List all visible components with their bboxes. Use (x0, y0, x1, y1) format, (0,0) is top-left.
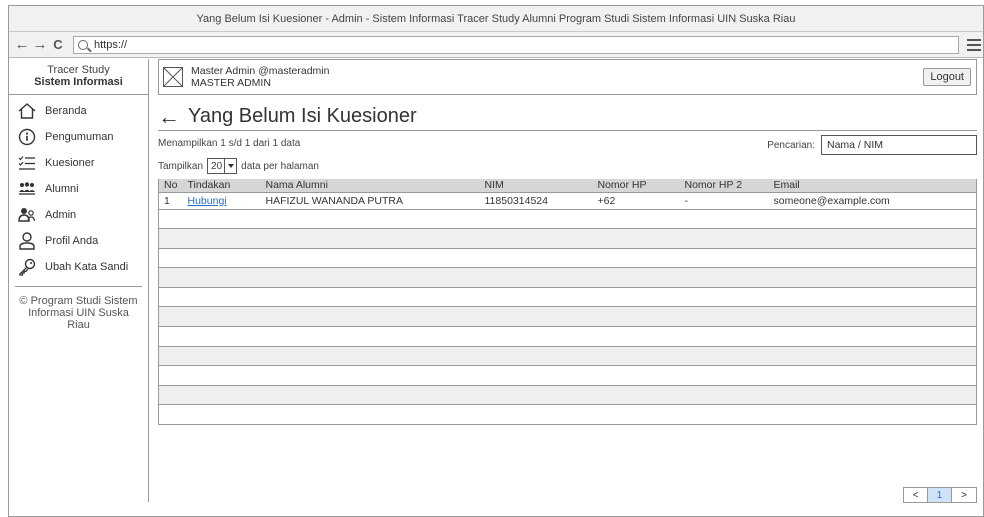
pagination-next[interactable]: > (952, 488, 976, 502)
column-header-nomor-hp: Nomor HP (592, 179, 680, 193)
browser-toolbar: ← → C https:// (9, 32, 983, 58)
cell-email: someone@example.com (768, 192, 977, 210)
column-header-nomor-hp-2: Nomor HP 2 (679, 179, 769, 193)
empty-row (158, 287, 977, 308)
back-arrow-icon[interactable]: ← (13, 36, 31, 53)
per-page-suffix: data per halaman (241, 160, 319, 172)
listing-info-row: Menampilkan 1 s/d 1 dari 1 data Pencaria… (158, 131, 977, 155)
copyright-line-3: Riau (67, 319, 90, 331)
empty-row (158, 385, 977, 406)
per-page-select[interactable]: 20 (207, 158, 238, 174)
cell-action: Hubungi (182, 192, 261, 210)
sidebar-item-label: Admin (45, 209, 77, 221)
sidebar-item-ubah-kata-sandi[interactable]: Ubah Kata Sandi (9, 254, 148, 280)
alumni-table: No Tindakan Nama Alumni NIM Nomor HP Nom… (158, 179, 977, 426)
hubungi-link[interactable]: Hubungi (188, 195, 227, 207)
address-bar[interactable]: https:// (73, 35, 959, 54)
info-icon (17, 128, 37, 146)
address-text: https:// (94, 38, 128, 51)
key-icon (17, 258, 37, 276)
app-content: Tracer Study Sistem Informasi Beranda Pe… (9, 59, 983, 516)
brand-line-2: Sistem Informasi (34, 76, 123, 88)
copyright-text: © Program Studi Sistem Informasi UIN Sus… (9, 295, 148, 331)
checklist-icon (17, 154, 37, 172)
result-summary: Menampilkan 1 s/d 1 dari 1 data (158, 137, 301, 149)
column-header-email: Email (768, 179, 977, 193)
search-group: Pencarian: Nama / NIM (767, 135, 977, 155)
pagination-prev[interactable]: < (904, 488, 928, 502)
back-arrow-icon[interactable]: ← (158, 105, 180, 128)
empty-row (158, 346, 977, 367)
per-page-row: Tampilkan 20 data per halaman (158, 155, 977, 177)
sidebar-item-profil[interactable]: Profil Anda (9, 228, 148, 254)
main-content: ← Yang Belum Isi Kuesioner Menampilkan 1… (158, 103, 977, 503)
per-page-value: 20 (211, 160, 223, 172)
sidebar-divider (15, 286, 142, 287)
per-page-prefix: Tampilkan (158, 160, 204, 172)
window-title: Yang Belum Isi Kuesioner - Admin - Siste… (196, 12, 796, 25)
home-icon (17, 102, 37, 120)
sidebar-item-pengumuman[interactable]: Pengumuman (9, 124, 148, 150)
user-icon (17, 232, 37, 250)
admin-icon (17, 206, 37, 224)
logout-button[interactable]: Logout (923, 68, 971, 86)
window-titlebar: Yang Belum Isi Kuesioner - Admin - Siste… (9, 6, 983, 32)
sidebar-menu: Beranda Pengumuman Kuesioner Alumni Admi… (9, 95, 148, 280)
sidebar-item-label: Ubah Kata Sandi (45, 261, 129, 273)
chevron-down-icon (224, 159, 236, 173)
hamburger-menu-icon[interactable] (967, 38, 981, 51)
user-role: MASTER ADMIN (191, 77, 271, 89)
column-header-tindakan: Tindakan (182, 179, 261, 193)
cell-no: 1 (158, 192, 183, 210)
pagination: < 1 > (903, 487, 977, 503)
search-icon (78, 39, 88, 50)
brand-line-1: Tracer Study (47, 64, 110, 76)
sidebar-item-label: Alumni (45, 183, 79, 195)
column-header-nama: Nama Alumni (260, 179, 480, 193)
search-label: Pencarian: (767, 139, 815, 151)
user-info: Master Admin @masteradmin MASTER ADMIN (191, 65, 329, 89)
page-title: Yang Belum Isi Kuesioner (188, 105, 417, 127)
sidebar-item-label: Profil Anda (45, 235, 99, 247)
page-header: ← Yang Belum Isi Kuesioner (158, 103, 977, 131)
sidebar-item-label: Kuesioner (45, 157, 95, 169)
column-header-no: No (158, 179, 183, 193)
cell-hp2: - (679, 192, 769, 210)
empty-row (158, 228, 977, 249)
browser-window: Yang Belum Isi Kuesioner - Admin - Siste… (8, 5, 984, 517)
avatar (163, 67, 183, 87)
column-header-nim: NIM (479, 179, 593, 193)
sidebar-item-alumni[interactable]: Alumni (9, 176, 148, 202)
empty-row (158, 306, 977, 328)
cell-name: HAFIZUL WANANDA PUTRA (260, 192, 480, 210)
users-icon (17, 180, 37, 198)
pagination-page-1[interactable]: 1 (928, 488, 952, 502)
copyright-line-2: Informasi UIN Suska (28, 307, 129, 319)
sidebar-item-label: Pengumuman (45, 131, 114, 143)
reload-icon[interactable]: C (49, 37, 67, 52)
sidebar-item-beranda[interactable]: Beranda (9, 98, 148, 124)
user-header: Master Admin @masteradmin MASTER ADMIN L… (158, 59, 977, 95)
sidebar-item-admin[interactable]: Admin (9, 202, 148, 228)
sidebar-item-kuesioner[interactable]: Kuesioner (9, 150, 148, 176)
sidebar: Tracer Study Sistem Informasi Beranda Pe… (9, 59, 149, 502)
copyright-line-1: © Program Studi Sistem (19, 295, 138, 307)
empty-row (158, 248, 977, 269)
sidebar-item-label: Beranda (45, 105, 87, 117)
sidebar-brand: Tracer Study Sistem Informasi (9, 59, 148, 95)
empty-row (158, 326, 977, 347)
empty-row (158, 404, 977, 426)
empty-row (158, 267, 977, 288)
cell-hp: +62 (592, 192, 680, 210)
cell-nim: 11850314524 (479, 192, 593, 210)
table-header-row: No Tindakan Nama Alumni NIM Nomor HP Nom… (158, 179, 977, 193)
empty-row (158, 365, 977, 386)
forward-arrow-icon[interactable]: → (31, 36, 49, 53)
table-row: 1 Hubungi HAFIZUL WANANDA PUTRA 11850314… (158, 192, 977, 210)
search-input[interactable]: Nama / NIM (821, 135, 977, 155)
empty-row (158, 209, 977, 230)
user-name: Master Admin @masteradmin (191, 65, 330, 77)
